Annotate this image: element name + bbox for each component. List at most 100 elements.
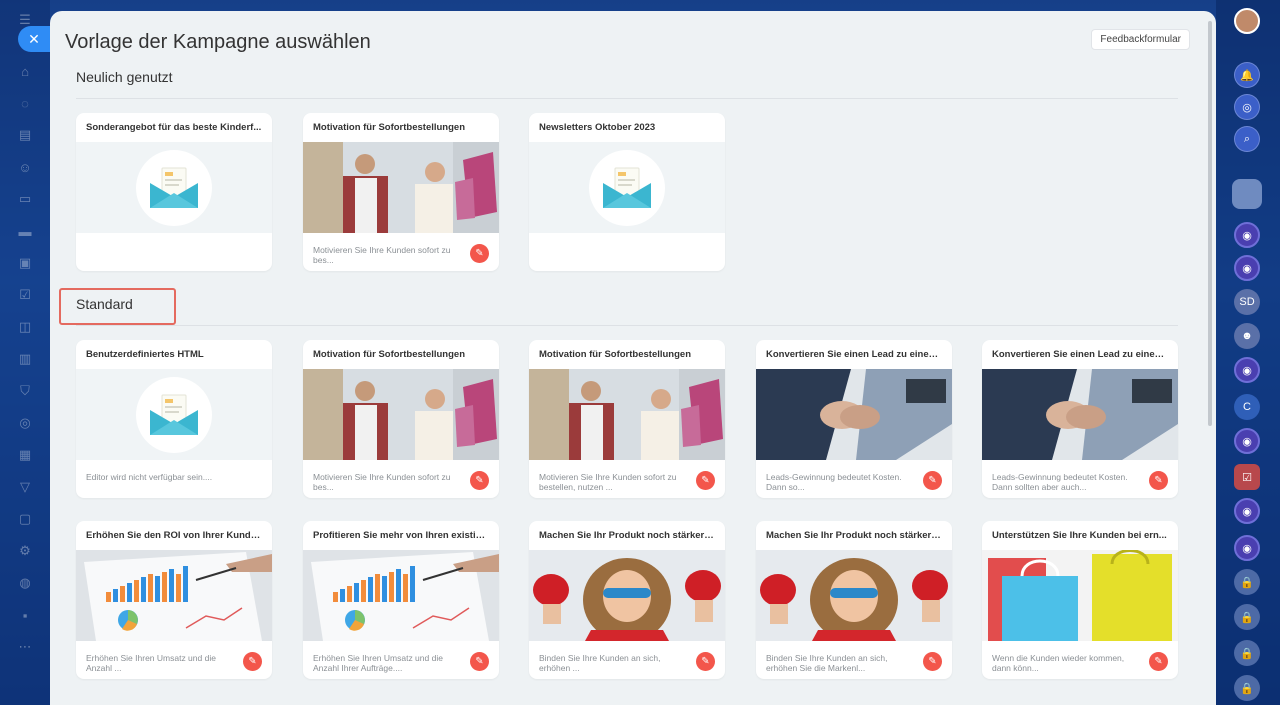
divider — [76, 325, 1178, 326]
c-avatar[interactable]: C — [1234, 394, 1260, 420]
card-image — [756, 369, 952, 460]
paint-brush-icon[interactable]: ✎ — [1149, 471, 1168, 490]
app-icon[interactable]: ▪ — [17, 607, 33, 623]
shop-icon[interactable]: ⛉ — [17, 383, 33, 399]
lock-icon[interactable]: 🔒 — [1234, 604, 1260, 630]
template-card[interactable]: Konvertieren Sie einen Lead zu einem... L… — [982, 340, 1178, 498]
activity-icon[interactable]: ◌ — [17, 95, 33, 111]
card-title: Machen Sie Ihr Produkt noch stärker i... — [766, 530, 945, 541]
feed-icon[interactable]: ▤ — [17, 127, 33, 143]
template-card[interactable]: Profitieren Sie mehr von Ihren existier.… — [303, 521, 499, 679]
feedback-button[interactable]: Feedbackformular — [1091, 29, 1190, 50]
settings-icon[interactable]: ⚙ — [17, 543, 33, 559]
lock-icon[interactable]: 🔒 — [1234, 640, 1260, 666]
template-card[interactable]: Motivation für Sofortbestellungen Motivie… — [303, 340, 499, 498]
paint-brush-icon[interactable]: ✎ — [696, 471, 715, 490]
people-shopping-photo — [303, 142, 499, 233]
paint-brush-icon[interactable]: ✎ — [470, 471, 489, 490]
paint-brush-icon[interactable]: ✎ — [243, 652, 262, 671]
template-card[interactable]: Konvertieren Sie einen Lead zu einem... L… — [756, 340, 952, 498]
card-image — [76, 369, 272, 460]
openline-icon[interactable]: ◉ — [1234, 498, 1260, 524]
page-title: Vorlage der Kampagne auswählen — [65, 31, 371, 53]
openline-icon[interactable]: ◉ — [1234, 255, 1260, 281]
chat-icon[interactable]: ◫ — [17, 319, 33, 335]
card-title: Motivation für Sofortbestellungen — [313, 122, 465, 133]
card-description: Erhöhen Sie Ihren Umsatz und die Anzahl … — [86, 653, 216, 673]
close-icon: ✕ — [28, 30, 40, 47]
card-description: Binden Sie Ihre Kunden an sich, erhöhen … — [539, 653, 661, 673]
cards-icon[interactable]: ▢ — [17, 511, 33, 527]
card-image — [76, 550, 272, 641]
user-avatar[interactable] — [1234, 8, 1260, 34]
documents-icon[interactable]: ▭ — [17, 191, 33, 207]
card-title: Machen Sie Ihr Produkt noch stärker i... — [539, 530, 718, 541]
bell-icon[interactable]: 🔔 — [1234, 62, 1260, 88]
task-icon[interactable]: ☑ — [1234, 464, 1260, 490]
template-card[interactable]: Motivation für Sofortbestellungen Motivie… — [529, 340, 725, 498]
openline-icon[interactable]: ◉ — [1234, 428, 1260, 454]
card-image — [529, 369, 725, 460]
paint-brush-icon[interactable]: ✎ — [470, 652, 489, 671]
card-title: Motivation für Sofortbestellungen — [313, 349, 465, 360]
target-icon[interactable]: ◎ — [1234, 94, 1260, 120]
handshake-photo — [756, 369, 952, 460]
card-description: Editor wird nicht verfügbar sein.... — [86, 472, 213, 482]
template-card[interactable]: Unterstützen Sie Ihre Kunden bei ern... W… — [982, 521, 1178, 679]
divider — [76, 98, 1178, 99]
right-sidebar: 🔔 ◎ ⌕ ◉ ◉ SD ☻ ◉ C ◉ ☑ ◉ ◉ 🔒 🔒 🔒 🔒 — [1216, 0, 1280, 705]
card-title: Motivation für Sofortbestellungen — [539, 349, 691, 360]
lock-icon[interactable]: 🔒 — [1234, 675, 1260, 701]
sd-avatar[interactable]: SD — [1234, 289, 1260, 315]
filter-icon[interactable]: ▽ — [17, 479, 33, 495]
card-description: Erhöhen Sie Ihren Umsatz und die Anzahl … — [313, 653, 443, 673]
search-chat-icon[interactable]: ⌕ — [1234, 126, 1260, 152]
robot-avatar[interactable]: ☻ — [1234, 323, 1260, 349]
openline-icon[interactable]: ◉ — [1234, 222, 1260, 248]
analytics-icon[interactable]: ▥ — [17, 351, 33, 367]
more-icon[interactable]: ⋯ — [17, 639, 33, 655]
database-icon[interactable]: ▦ — [17, 447, 33, 463]
hero-kid-photo — [529, 550, 725, 641]
close-button[interactable]: ✕ — [18, 26, 50, 52]
template-card[interactable]: Newsletters Oktober 2023 — [529, 113, 725, 271]
paint-brush-icon[interactable]: ✎ — [923, 652, 942, 671]
template-card[interactable]: Motivation für Sofortbestellungen Motivie… — [303, 113, 499, 271]
card-image — [529, 550, 725, 641]
template-card[interactable]: Benutzerdefiniertes HTML Editor wird nich… — [76, 340, 272, 498]
scrollbar[interactable] — [1208, 21, 1212, 426]
card-image — [756, 550, 952, 641]
envelope-icon — [136, 376, 212, 453]
people-shopping-photo — [303, 369, 499, 460]
card-title: Konvertieren Sie einen Lead zu einem... — [766, 349, 945, 360]
template-card[interactable]: Erhöhen Sie den ROI von Ihrer Kunde... Er… — [76, 521, 272, 679]
contacts-icon[interactable]: ☺ — [17, 159, 33, 175]
openline-icon[interactable]: ◉ — [1234, 535, 1260, 561]
template-card[interactable]: Sonderangebot für das beste Kinderf... — [76, 113, 272, 271]
card-title: Unterstützen Sie Ihre Kunden bei ern... — [992, 530, 1167, 541]
card-title: Newsletters Oktober 2023 — [539, 122, 656, 133]
paint-brush-icon[interactable]: ✎ — [1149, 652, 1168, 671]
card-description: Motivieren Sie Ihre Kunden sofort zu bes… — [313, 472, 451, 492]
template-selection-modal: Vorlage der Kampagne auswählen Feedbackf… — [50, 11, 1216, 705]
paint-brush-icon[interactable]: ✎ — [923, 471, 942, 490]
lock-icon[interactable]: 🔒 — [1234, 569, 1260, 595]
people-shopping-photo — [529, 369, 725, 460]
template-card[interactable]: Machen Sie Ihr Produkt noch stärker i...… — [756, 521, 952, 679]
card-description: Wenn die Kunden wieder kommen, dann könn… — [992, 653, 1125, 673]
openline-icon[interactable]: ◉ — [1234, 357, 1260, 383]
drive-icon[interactable]: ▬ — [17, 223, 33, 239]
shopping-bags-photo — [982, 550, 1178, 641]
chart-photo — [76, 550, 272, 641]
template-card[interactable]: Machen Sie Ihr Produkt noch stärker i...… — [529, 521, 725, 679]
globe-icon[interactable]: ◍ — [17, 575, 33, 591]
paint-brush-icon[interactable]: ✎ — [696, 652, 715, 671]
presentation-icon[interactable]: ▣ — [17, 255, 33, 271]
tasks-icon[interactable]: ☑ — [17, 287, 33, 303]
card-description: Binden Sie Ihre Kunden an sich, erhöhen … — [766, 653, 888, 673]
card-description: Leads-Gewinnung bedeutet Kosten. Dann so… — [766, 472, 902, 492]
marketing-icon[interactable]: ◎ — [17, 415, 33, 431]
home-icon[interactable]: ⌂ — [17, 63, 33, 79]
contact-avatar[interactable] — [1232, 179, 1262, 209]
paint-brush-icon[interactable]: ✎ — [470, 244, 489, 263]
